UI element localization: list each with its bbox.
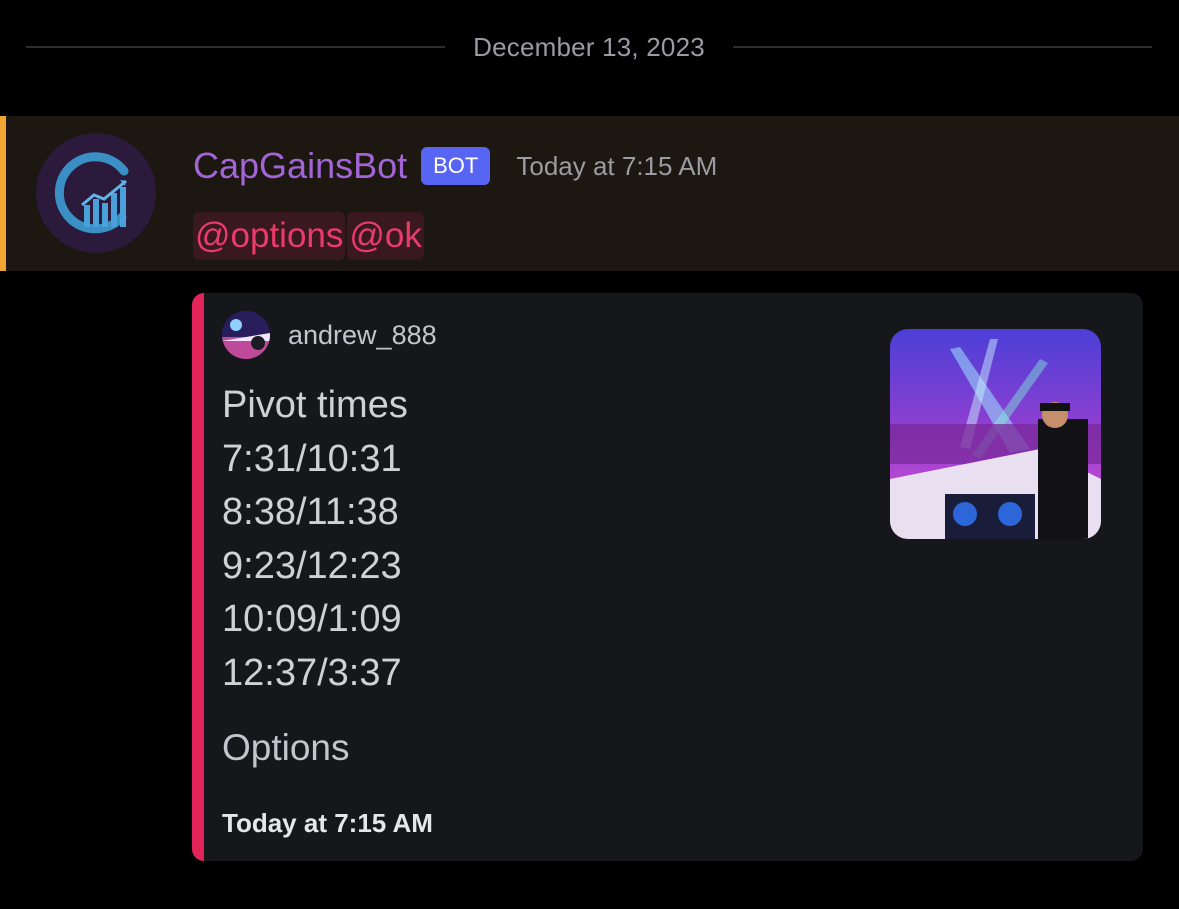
embed-description: Pivot times 7:31/10:31 8:38/11:38 9:23/1… [222,379,408,700]
date-divider: December 13, 2023 [26,22,1153,72]
message-item[interactable]: CapGainsBot BOT Today at 7:15 AM @option… [0,116,1179,271]
embed-description-line: 12:37/3:37 [222,651,402,694]
mention-ok[interactable]: @ok [347,212,424,260]
mention-highlight-bar [0,116,6,271]
embed-author-name[interactable]: andrew_888 [288,320,437,351]
embed-color-bar [192,293,204,861]
bot-tag: BOT [421,147,491,185]
embed-thumbnail[interactable] [890,329,1101,539]
embed-description-line: 8:38/11:38 [222,491,399,533]
embed-field-name: Options [222,727,350,768]
divider-line-left [26,46,446,48]
dj-club-photo-icon [890,329,1101,539]
bot-avatar[interactable] [36,133,156,253]
embed-card: andrew_888 Pivot times 7:31/10:31 8:38/1… [192,293,1143,861]
embed-author[interactable]: andrew_888 [222,311,437,359]
message-content: @options @ok [193,212,424,260]
embed-footer-timestamp: Today at 7:15 AM [222,808,433,838]
embed-description-line: Pivot times [222,384,408,426]
divider-line-right [732,46,1153,48]
date-label: December 13, 2023 [473,31,705,62]
embed-description-line: 7:31/10:31 [222,437,402,480]
embed-description-line: 10:09/1:09 [222,598,402,640]
mention-options[interactable]: @options [193,212,346,260]
growth-chart-logo-icon [36,133,156,253]
author-avatar [222,311,270,359]
username[interactable]: CapGainsBot [193,145,407,187]
embed-description-line: 9:23/12:23 [222,544,402,587]
message-header: CapGainsBot BOT Today at 7:15 AM [193,140,717,192]
chat-view: December 13, 2023 CapGainsBot BOT Today … [0,0,1179,909]
message-timestamp[interactable]: Today at 7:15 AM [516,151,717,182]
author-avatar-image-icon [222,311,270,359]
